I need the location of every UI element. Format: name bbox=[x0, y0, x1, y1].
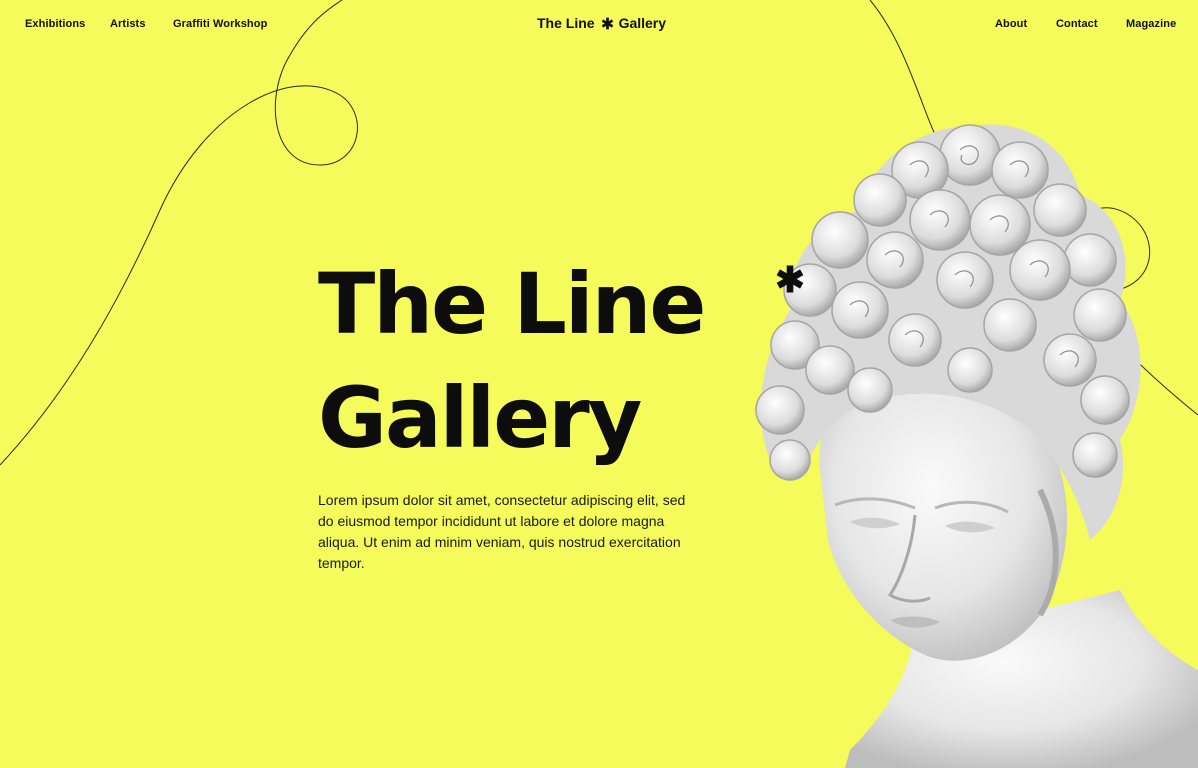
nav-link-exhibitions[interactable]: Exhibitions bbox=[25, 18, 85, 30]
nav-link-magazine[interactable]: Magazine bbox=[1126, 18, 1176, 30]
asterisk-icon bbox=[601, 17, 613, 29]
brand-name-second: Gallery bbox=[618, 15, 667, 31]
brand-logo[interactable]: The Line Gallery bbox=[537, 15, 666, 31]
hero-title-line-1: The Line bbox=[318, 255, 706, 353]
nav-link-contact[interactable]: Contact bbox=[1056, 18, 1098, 30]
hero-title-line-2: Gallery bbox=[318, 369, 642, 467]
nav-link-artists[interactable]: Artists bbox=[110, 18, 146, 30]
hero-description: Lorem ipsum dolor sit amet, consectetur … bbox=[318, 492, 686, 571]
nav-link-graffiti-workshop[interactable]: Graffiti Workshop bbox=[173, 18, 267, 30]
nav-link-about[interactable]: About bbox=[995, 18, 1027, 30]
marble-bust-image bbox=[755, 124, 1198, 768]
asterisk-icon bbox=[776, 265, 804, 293]
hero-title: The Line Gallery bbox=[318, 247, 706, 475]
top-navigation: Exhibitions Artists Graffiti Workshop Th… bbox=[0, 0, 1198, 50]
brand-name-first: The Line bbox=[537, 15, 595, 31]
